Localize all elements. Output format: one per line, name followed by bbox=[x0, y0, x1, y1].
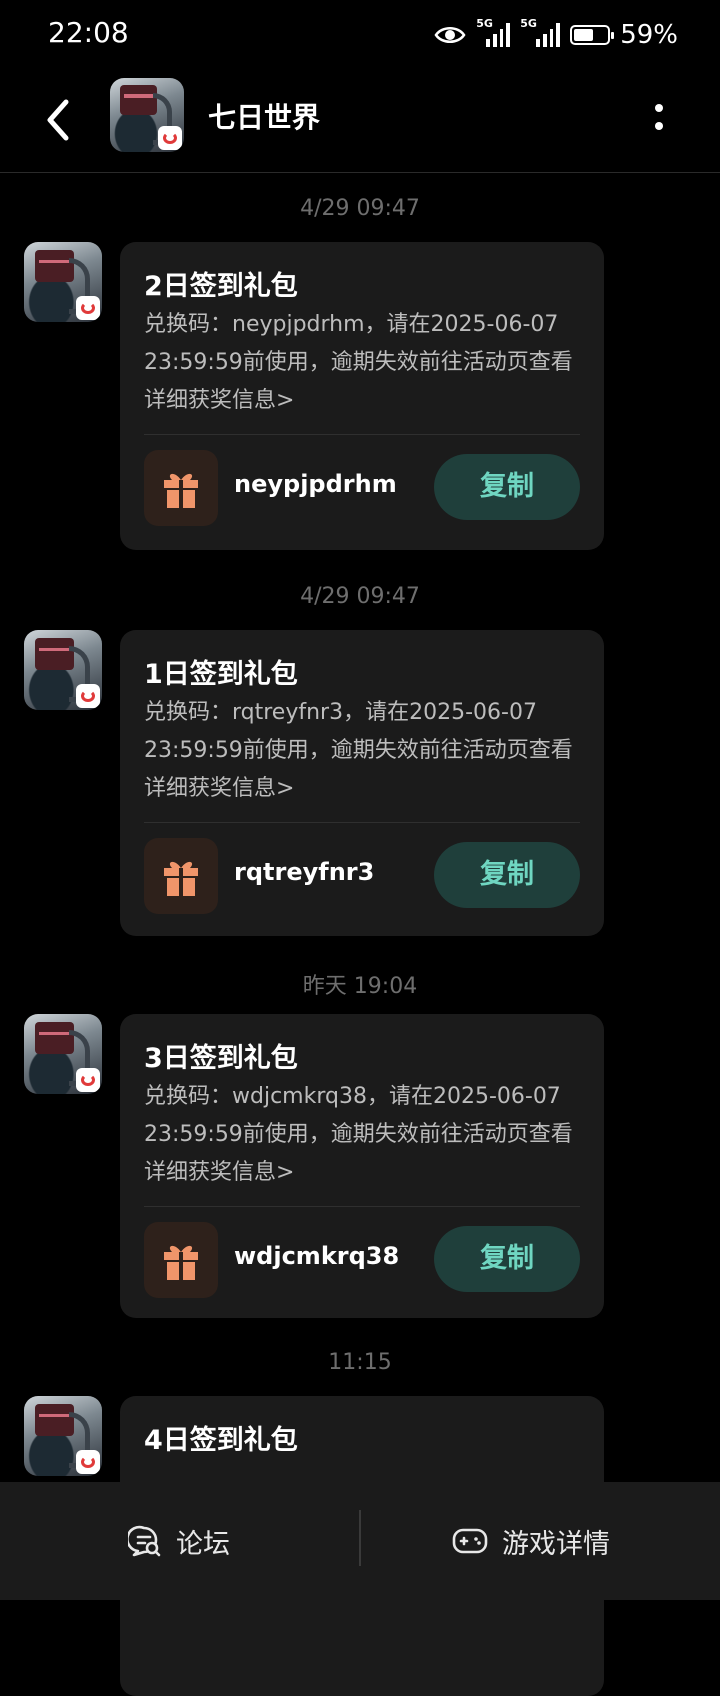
signal-icon: 5G bbox=[476, 17, 511, 47]
gift-message-card: 3日签到礼包 兑换码：wdjcmkrq38，请在2025-06-07 23:59… bbox=[120, 1014, 604, 1318]
page-title: 七日世界 bbox=[208, 101, 321, 134]
status-time: 22:08 bbox=[48, 16, 129, 49]
gift-icon bbox=[144, 450, 218, 526]
message-timestamp: 昨天 19:04 bbox=[302, 974, 418, 999]
gift-description[interactable]: 兑换码：neypjpdrhm，请在2025-06-07 23:59:59前使用，… bbox=[144, 306, 590, 420]
netease-badge-icon bbox=[76, 1450, 100, 1474]
sender-avatar[interactable] bbox=[24, 242, 102, 322]
game-details-button[interactable]: 游戏详情 bbox=[452, 1482, 610, 1600]
redeem-code: wdjcmkrq38 bbox=[234, 1242, 400, 1270]
forum-icon bbox=[128, 1525, 161, 1557]
forum-button[interactable]: 论坛 bbox=[128, 1482, 230, 1600]
gamepad-icon bbox=[452, 1528, 488, 1554]
bottom-bar: 论坛 游戏详情 bbox=[0, 1482, 720, 1600]
netease-badge-icon bbox=[76, 684, 100, 708]
gift-description[interactable]: 兑换码：rqtreyfnr3，请在2025-06-07 23:59:59前使用，… bbox=[144, 694, 590, 808]
battery-percent: 59% bbox=[620, 20, 678, 50]
sender-avatar[interactable] bbox=[24, 1396, 102, 1476]
redeem-code: rqtreyfnr3 bbox=[234, 858, 375, 886]
copy-button[interactable]: 复制 bbox=[434, 1226, 580, 1292]
netease-badge-icon bbox=[158, 126, 182, 150]
gift-icon bbox=[144, 838, 218, 914]
forum-label: 论坛 bbox=[176, 1528, 230, 1560]
gift-message-card: 1日签到礼包 兑换码：rqtreyfnr3，请在2025-06-07 23:59… bbox=[120, 630, 604, 936]
status-bar: 22:08 5G 5G 59% bbox=[0, 0, 720, 70]
sender-avatar[interactable] bbox=[24, 1014, 102, 1094]
eye-icon bbox=[434, 27, 466, 43]
gift-description[interactable]: 兑换码：wdjcmkrq38，请在2025-06-07 23:59:59前使用，… bbox=[144, 1078, 590, 1192]
bottom-bar-divider bbox=[359, 1510, 361, 1566]
card-divider bbox=[144, 822, 580, 823]
gift-message-card: 2日签到礼包 兑换码：neypjpdrhm，请在2025-06-07 23:59… bbox=[120, 242, 604, 550]
card-divider bbox=[144, 1206, 580, 1207]
gift-title: 4日签到礼包 bbox=[144, 1425, 298, 1456]
game-details-label: 游戏详情 bbox=[502, 1528, 610, 1560]
netease-badge-icon bbox=[76, 296, 100, 320]
signal-2-label: 5G bbox=[520, 17, 537, 30]
gift-title: 1日签到礼包 bbox=[144, 659, 298, 690]
message-timestamp: 4/29 09:47 bbox=[300, 584, 420, 609]
redeem-code: neypjpdrhm bbox=[234, 470, 397, 498]
battery-fill bbox=[574, 29, 594, 41]
game-avatar[interactable] bbox=[110, 78, 184, 152]
message-timestamp: 11:15 bbox=[328, 1350, 392, 1375]
message-timestamp: 4/29 09:47 bbox=[300, 196, 420, 221]
more-options-button[interactable] bbox=[644, 96, 674, 140]
signal-1-label: 5G bbox=[476, 17, 493, 30]
gift-title: 3日签到礼包 bbox=[144, 1043, 298, 1074]
signal-icon: 5G bbox=[520, 17, 561, 47]
gift-title: 2日签到礼包 bbox=[144, 271, 298, 302]
chat-header: 七日世界 bbox=[0, 72, 720, 173]
card-divider bbox=[144, 434, 580, 435]
copy-button[interactable]: 复制 bbox=[434, 454, 580, 520]
gift-icon bbox=[144, 1222, 218, 1298]
battery-charging-icon bbox=[570, 25, 615, 45]
copy-button[interactable]: 复制 bbox=[434, 842, 580, 908]
status-icons: 5G 5G 59% bbox=[434, 17, 678, 52]
sender-avatar[interactable] bbox=[24, 630, 102, 710]
netease-badge-icon bbox=[76, 1068, 100, 1092]
back-button[interactable] bbox=[38, 92, 78, 148]
